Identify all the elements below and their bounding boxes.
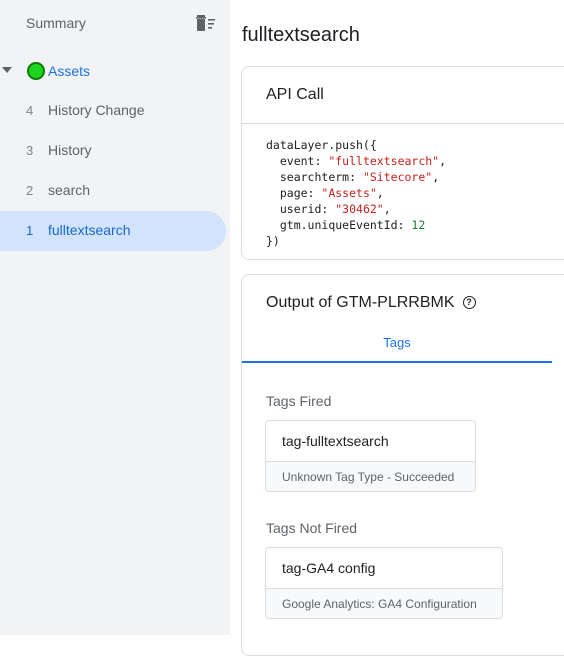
event-label: History [48, 142, 92, 158]
event-item-search[interactable]: 2 search [0, 171, 226, 211]
api-call-code: dataLayer.push({ event: "fulltextsearch"… [266, 138, 447, 248]
event-item-fulltextsearch[interactable]: 1 fulltextsearch [0, 211, 226, 251]
container-label: Assets [48, 63, 91, 79]
event-number: 1 [26, 223, 34, 238]
event-label: History Change [48, 102, 145, 118]
status-dot-icon [27, 62, 45, 80]
tag-type-row: Google Analytics: GA4 Configuration [266, 588, 502, 618]
output-title: Output of GTM-PLRRBMK? [266, 294, 476, 312]
tags-not-fired-heading: Tags Not Fired [266, 520, 358, 536]
event-number: 3 [26, 143, 34, 158]
event-number: 4 [26, 103, 34, 118]
tag-card-fulltextsearch[interactable]: tag-fulltextsearch Unknown Tag Type - Su… [265, 420, 476, 492]
tag-type: Unknown Tag Type - Succeeded [282, 470, 455, 484]
tag-card-ga4-config[interactable]: tag-GA4 config Google Analytics: GA4 Con… [265, 547, 503, 619]
tab-tags[interactable]: Tags [242, 335, 552, 361]
delete-sweep-icon[interactable] [194, 13, 218, 33]
sidebar: Summary Assets 4 History Change 3 Histor… [0, 0, 230, 635]
output-title-text: Output of GTM-PLRRBMK [266, 294, 455, 311]
tab-indicator [242, 361, 552, 363]
event-label: fulltextsearch [48, 222, 131, 238]
tag-name: tag-fulltextsearch [282, 433, 389, 449]
container-row-assets[interactable]: Assets [0, 58, 230, 84]
event-item-history[interactable]: 3 History [0, 131, 226, 171]
tag-type-row: Unknown Tag Type - Succeeded [266, 461, 475, 491]
api-call-card: API Call dataLayer.push({ event: "fullte… [241, 66, 564, 260]
summary-label[interactable]: Summary [26, 15, 86, 31]
caret-down-icon[interactable] [2, 67, 12, 73]
event-label: search [48, 182, 91, 198]
event-item-history-change[interactable]: 4 History Change [0, 91, 226, 131]
tag-name: tag-GA4 config [282, 560, 376, 576]
divider [242, 123, 564, 124]
output-card: Output of GTM-PLRRBMK? Tags Tags Fired t… [241, 274, 564, 656]
tags-fired-heading: Tags Fired [266, 393, 332, 409]
api-call-title: API Call [266, 86, 324, 103]
help-icon[interactable]: ? [462, 296, 476, 309]
event-number: 2 [26, 183, 34, 198]
page-title: fulltextsearch [242, 24, 360, 46]
tag-type: Google Analytics: GA4 Configuration [282, 597, 477, 611]
